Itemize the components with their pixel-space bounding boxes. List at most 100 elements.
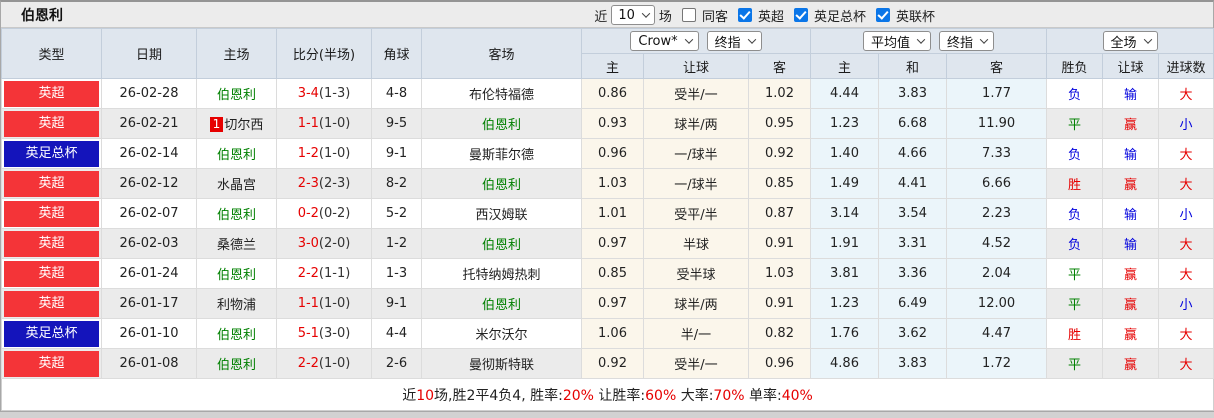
avg-odds-away: 4.47 bbox=[946, 318, 1048, 349]
odds-away: 0.87 bbox=[747, 198, 812, 229]
table-row: 英超 26-02-03 桑德兰 3-0(2-0) 1-2 伯恩利 0.97 半球… bbox=[1, 228, 1214, 259]
chevron-down-icon bbox=[684, 35, 693, 44]
away-team: 伯恩利 bbox=[421, 228, 582, 259]
col-header-date: 日期 bbox=[101, 28, 197, 79]
result-handicap: 输 bbox=[1102, 228, 1160, 259]
avg-odds-draw: 6.49 bbox=[878, 288, 948, 319]
halftime-score: (3-0) bbox=[318, 326, 351, 341]
recent-suffix: 场 bbox=[658, 9, 672, 25]
scope-select[interactable]: 全场 bbox=[1102, 31, 1158, 51]
league-type-cell: 英超 bbox=[1, 258, 102, 289]
odds-away: 0.96 bbox=[747, 348, 812, 379]
table-row: 英超 26-02-12 水晶宫 2-3(2-3) 8-2 伯恩利 1.03 一/… bbox=[1, 168, 1214, 199]
avg-odds-draw: 3.36 bbox=[878, 258, 948, 289]
col-header-away: 客场 bbox=[421, 28, 582, 79]
table-row: 英超 26-01-17 利物浦 1-1(1-0) 9-1 伯恩利 0.97 球半… bbox=[1, 288, 1214, 319]
fulltime-score: 2-3 bbox=[297, 176, 319, 191]
league-type-cell: 英足总杯 bbox=[1, 138, 102, 169]
result-goals: 大 bbox=[1158, 348, 1214, 379]
result-wdl: 平 bbox=[1046, 258, 1104, 289]
away-team: 西汉姆联 bbox=[421, 198, 582, 229]
avg-odds-away: 11.90 bbox=[946, 108, 1048, 139]
avg-odds-draw: 3.83 bbox=[878, 348, 948, 379]
fulltime-score: 2-2 bbox=[297, 266, 319, 281]
avg-odds-away: 1.72 bbox=[946, 348, 1048, 379]
col-header-avg-home: 主 bbox=[810, 53, 880, 79]
checkbox-premier-league[interactable] bbox=[737, 8, 752, 22]
league-type-cell: 英超 bbox=[1, 228, 102, 259]
average-stage-value: 终指 bbox=[947, 35, 974, 51]
league-type-cell: 英超 bbox=[1, 108, 102, 139]
average-stage-select[interactable]: 终指 bbox=[939, 31, 995, 51]
corner-score: 1-2 bbox=[371, 228, 422, 259]
corner-score: 4-4 bbox=[371, 318, 422, 349]
odds-away: 1.02 bbox=[747, 78, 812, 109]
match-history-panel: 伯恩利 近 10 场 同客 英超 英足总杯 英联杯 类型 日期 主场 比分(半场… bbox=[0, 0, 1214, 412]
match-date: 26-02-07 bbox=[101, 198, 197, 229]
home-team: 伯恩利 bbox=[196, 348, 277, 379]
avg-odds-draw: 6.68 bbox=[878, 108, 948, 139]
corner-score: 5-2 bbox=[371, 198, 422, 229]
bookmaker-stage-select[interactable]: 终指 bbox=[706, 31, 762, 51]
result-wdl: 负 bbox=[1046, 78, 1104, 109]
chevron-down-icon bbox=[641, 9, 651, 18]
league-badge: 英超 bbox=[4, 350, 99, 377]
avg-odds-draw: 3.31 bbox=[878, 228, 948, 259]
match-date: 26-01-17 bbox=[101, 288, 197, 319]
match-date: 26-02-03 bbox=[101, 228, 197, 259]
home-team: 1 切尔西 bbox=[196, 108, 277, 139]
checkbox-league-cup[interactable] bbox=[875, 8, 890, 22]
corner-score: 8-2 bbox=[371, 168, 422, 199]
result-wdl: 平 bbox=[1046, 348, 1104, 379]
result-goals: 大 bbox=[1158, 318, 1214, 349]
fulltime-score: 3-4 bbox=[297, 86, 319, 101]
odds-away: 0.85 bbox=[747, 168, 812, 199]
checkbox-fa-cup[interactable] bbox=[793, 8, 808, 22]
result-goals: 大 bbox=[1158, 258, 1214, 289]
away-team: 托特纳姆热刺 bbox=[421, 258, 582, 289]
odds-handicap: 受半球 bbox=[643, 258, 749, 289]
table-row: 英超 26-01-24 伯恩利 2-2(1-1) 1-3 托特纳姆热刺 0.85… bbox=[1, 258, 1214, 289]
league-badge: 英超 bbox=[4, 260, 99, 287]
home-team: 伯恩利 bbox=[196, 198, 277, 229]
league-badge: 英超 bbox=[4, 80, 99, 107]
scope-select-value: 全场 bbox=[1110, 35, 1137, 51]
league-type-cell: 英超 bbox=[1, 78, 102, 109]
checkbox-same-venue[interactable] bbox=[681, 8, 696, 22]
recent-games-select[interactable]: 10 bbox=[611, 5, 655, 25]
result-wdl: 负 bbox=[1046, 228, 1104, 259]
summary-stats: 近10场,胜2平4负4, 胜率:20% 让胜率:60% 大率:70% 单率:40… bbox=[0, 378, 1214, 411]
average-select-cell: 平均值 终指 bbox=[810, 28, 1048, 54]
average-select[interactable]: 平均值 bbox=[863, 31, 932, 51]
league-badge: 英超 bbox=[4, 290, 99, 317]
score-cell: 3-4(1-3) bbox=[276, 78, 372, 109]
halftime-score: (1-0) bbox=[318, 146, 351, 161]
corner-score: 1-3 bbox=[371, 258, 422, 289]
match-date: 26-02-28 bbox=[101, 78, 197, 109]
bookmaker-select[interactable]: Crow* bbox=[630, 31, 699, 51]
odds-home: 0.96 bbox=[581, 138, 644, 169]
result-goals: 大 bbox=[1158, 78, 1214, 109]
result-goals: 小 bbox=[1158, 198, 1214, 229]
odds-handicap: 受平/半 bbox=[643, 198, 749, 229]
score-cell: 0-2(0-2) bbox=[276, 198, 372, 229]
halftime-score: (1-1) bbox=[318, 266, 351, 281]
result-goals: 小 bbox=[1158, 108, 1214, 139]
odds-handicap: 受半/一 bbox=[643, 348, 749, 379]
avg-odds-draw: 3.83 bbox=[878, 78, 948, 109]
match-date: 26-01-08 bbox=[101, 348, 197, 379]
avg-odds-away: 4.52 bbox=[946, 228, 1048, 259]
team-title: 伯恩利 bbox=[21, 7, 63, 24]
league-type-cell: 英足总杯 bbox=[1, 318, 102, 349]
odds-handicap: 球半/两 bbox=[643, 108, 749, 139]
away-team: 伯恩利 bbox=[421, 108, 582, 139]
odds-away: 0.82 bbox=[747, 318, 812, 349]
avg-odds-home: 1.23 bbox=[810, 288, 880, 319]
away-team: 布伦特福德 bbox=[421, 78, 582, 109]
col-header-result-goals: 进球数 bbox=[1158, 53, 1214, 79]
result-handicap: 赢 bbox=[1102, 108, 1160, 139]
avg-odds-home: 3.14 bbox=[810, 198, 880, 229]
league-type-cell: 英超 bbox=[1, 288, 102, 319]
table-row: 英足总杯 26-01-10 伯恩利 5-1(3-0) 4-4 米尔沃尔 1.06… bbox=[1, 318, 1214, 349]
league-badge: 英足总杯 bbox=[4, 140, 99, 167]
